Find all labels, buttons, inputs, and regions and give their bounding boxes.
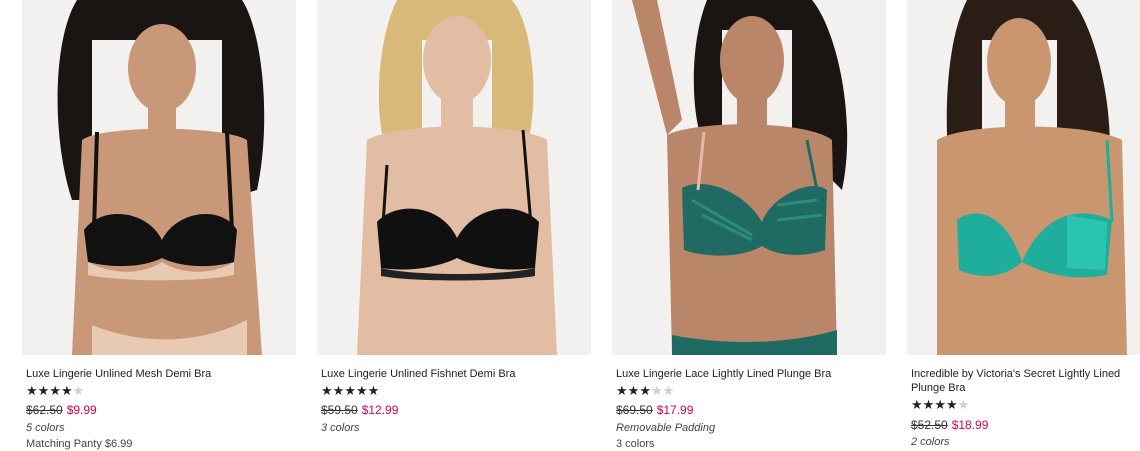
star-empty-icon: ★: [957, 397, 970, 412]
product-card[interactable]: Incredible by Victoria's Secret Lightly …: [907, 0, 1140, 448]
original-price: $62.50: [26, 403, 63, 417]
star-icon: ★: [26, 383, 38, 398]
star-empty-icon: ★: [662, 383, 675, 398]
product-image[interactable]: [22, 0, 296, 355]
star-icon: ★: [616, 383, 628, 398]
product-note: Matching Panty $6.99: [26, 438, 133, 450]
price: $69.50 $17.99: [616, 403, 693, 417]
star-icon: ★: [911, 397, 923, 412]
star-icon: ★: [945, 397, 958, 412]
product-image[interactable]: [612, 0, 886, 355]
price: $62.50 $9.99: [26, 403, 97, 417]
rating-stars: ★★★★★: [911, 398, 969, 412]
price: $59.50 $12.99: [321, 403, 398, 417]
star-icon: ★: [321, 383, 333, 398]
original-price: $59.50: [321, 403, 358, 417]
product-grid: Luxe Lingerie Unlined Mesh Demi Bra ★★★★…: [0, 0, 1140, 450]
product-card[interactable]: Luxe Lingerie Unlined Fishnet Demi Bra ★…: [317, 0, 591, 442]
half-star-icon: ★: [367, 383, 380, 398]
star-icon: ★: [627, 383, 640, 398]
star-icon: ★: [37, 383, 50, 398]
star-icon: ★: [332, 383, 345, 398]
rating-stars: ★★★★★: [321, 384, 379, 398]
star-icon: ★: [49, 383, 61, 398]
original-price: $52.50: [911, 418, 948, 432]
half-star-icon: ★: [60, 383, 73, 398]
sale-price: $9.99: [66, 403, 97, 417]
rating-stars: ★★★★★: [26, 384, 84, 398]
product-image[interactable]: [317, 0, 591, 355]
star-icon: ★: [344, 383, 356, 398]
product-name[interactable]: Luxe Lingerie Unlined Fishnet Demi Bra: [321, 367, 553, 381]
product-image[interactable]: [907, 0, 1140, 355]
product-card[interactable]: Luxe Lingerie Lace Lightly Lined Plunge …: [612, 0, 886, 450]
color-count: 5 colors: [26, 422, 65, 434]
sale-price: $12.99: [361, 403, 399, 417]
star-icon: ★: [922, 397, 935, 412]
rating-stars: ★★★★★: [616, 384, 674, 398]
star-icon: ★: [639, 383, 651, 398]
product-name[interactable]: Incredible by Victoria's Secret Lightly …: [911, 367, 1140, 395]
color-count: 3 colors: [616, 438, 655, 450]
product-feature: Removable Padding: [616, 422, 716, 434]
product-card[interactable]: Luxe Lingerie Unlined Mesh Demi Bra ★★★★…: [22, 0, 296, 450]
star-empty-icon: ★: [650, 383, 663, 398]
product-name[interactable]: Luxe Lingerie Lace Lightly Lined Plunge …: [616, 367, 848, 381]
sale-price: $17.99: [656, 403, 694, 417]
price: $52.50 $18.99: [911, 418, 988, 432]
star-icon: ★: [934, 397, 946, 412]
original-price: $69.50: [616, 403, 653, 417]
star-empty-icon: ★: [72, 383, 85, 398]
sale-price: $18.99: [951, 418, 989, 432]
star-icon: ★: [355, 383, 368, 398]
color-count: 3 colors: [321, 422, 360, 434]
color-count: 2 colors: [911, 436, 950, 448]
product-name[interactable]: Luxe Lingerie Unlined Mesh Demi Bra: [26, 367, 258, 381]
